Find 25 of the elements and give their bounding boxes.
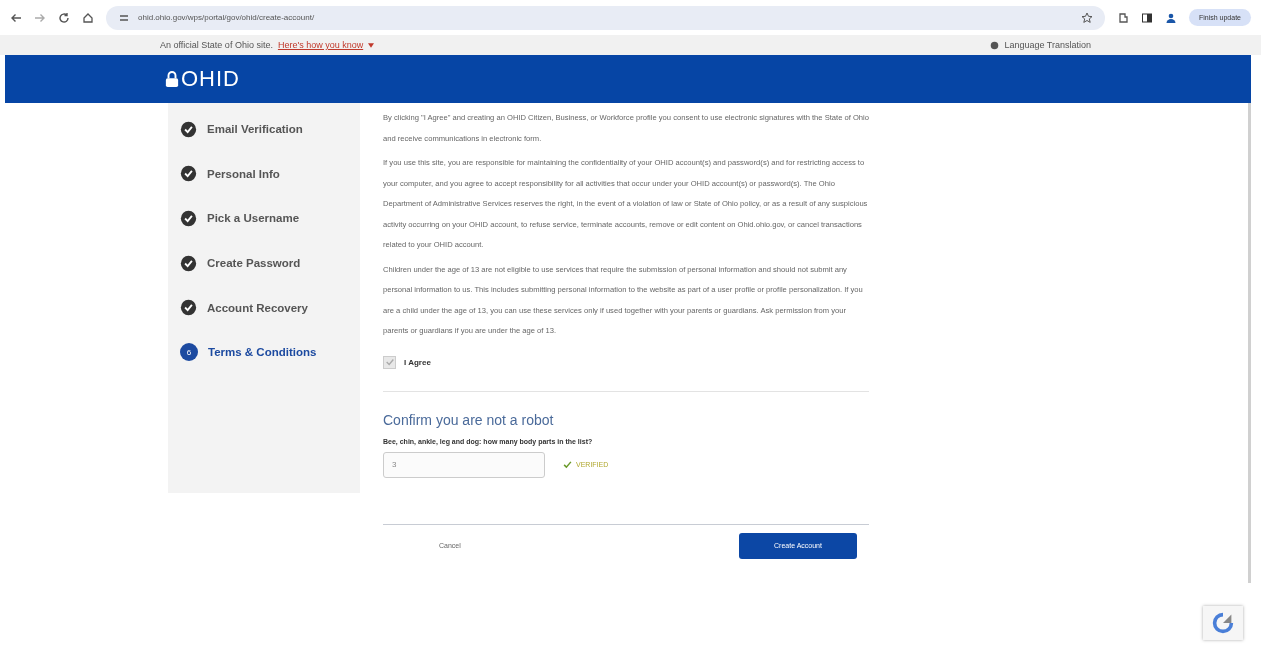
step-label[interactable]: Account Recovery [207, 301, 308, 314]
step-label[interactable]: Personal Info [207, 167, 280, 180]
step-label[interactable]: Pick a Username [207, 212, 300, 225]
ohid-logo[interactable]: OHID [181, 66, 240, 92]
language-translation-link[interactable]: Language Translation [1004, 40, 1091, 50]
profile-icon[interactable] [1164, 11, 1177, 24]
step-label[interactable]: Email Verification [207, 123, 303, 136]
home-icon[interactable] [82, 11, 94, 24]
star-icon[interactable] [1080, 11, 1093, 24]
scrollbar[interactable] [1248, 103, 1251, 583]
answer-field[interactable]: 3 [383, 451, 545, 478]
official-site-text: An official State of Ohio site. [160, 40, 273, 50]
step-label[interactable]: Create Password [207, 257, 301, 270]
reload-icon[interactable] [58, 11, 70, 24]
sidebar-icon[interactable] [1140, 11, 1153, 24]
step-label[interactable]: Terms & Conditions [208, 346, 317, 359]
recaptcha-icon[interactable] [1203, 606, 1243, 640]
robot-check-title: Confirm you are not a robot [383, 411, 555, 428]
agree-label: I Agree [404, 357, 431, 367]
lock-icon [165, 70, 179, 88]
address-bar[interactable]: ohid.ohio.gov/wps/portal/gov/ohid/create-account/ [106, 5, 1105, 30]
how-you-know-link[interactable]: Here's how you know [277, 40, 364, 50]
back-icon[interactable] [10, 11, 22, 24]
caret-icon[interactable] [368, 42, 375, 48]
step-number: 6 [180, 343, 198, 362]
